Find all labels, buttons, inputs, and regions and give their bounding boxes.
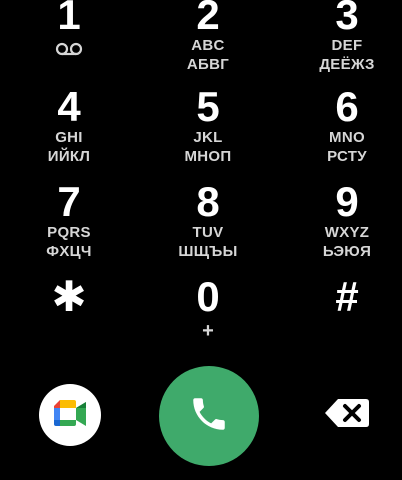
dialer-action-bar xyxy=(0,360,402,480)
key-digit: 8 xyxy=(196,178,220,225)
key-digit: 2 xyxy=(196,0,220,38)
key-letters-latin: DEF xyxy=(331,37,363,54)
phone-icon xyxy=(188,393,230,440)
google-meet-icon xyxy=(52,398,88,433)
dialpad-key-0[interactable]: 0 + xyxy=(153,273,263,342)
call-button[interactable] xyxy=(159,366,259,466)
key-letters-cyrillic: АБВГ xyxy=(186,56,230,73)
key-letters-cyrillic: ШЩЪЫ xyxy=(178,243,238,260)
dialpad-key-hash[interactable]: # xyxy=(292,276,402,318)
key-letters-latin: ABC xyxy=(191,37,225,54)
dialpad-key-7[interactable]: 7 PQRS ФХЦЧ xyxy=(14,181,124,261)
key-digit: 1 xyxy=(57,0,81,38)
dialpad: 1 2 ABC АБВГ 3 DEF ДЕЁЖЗ 4 GHI ИЙКЛ 5 JK… xyxy=(0,0,402,360)
dialpad-key-9[interactable]: 9 WXYZ ЬЭЮЯ xyxy=(292,181,402,261)
key-letters-latin: JKL xyxy=(193,129,223,146)
backspace-icon xyxy=(324,398,370,433)
dialpad-key-8[interactable]: 8 TUV ШЩЪЫ xyxy=(153,181,263,261)
key-letters-cyrillic: ФХЦЧ xyxy=(46,243,92,260)
key-letters-latin: GHI xyxy=(55,129,83,146)
key-digit: 0 xyxy=(196,273,220,320)
video-call-button[interactable] xyxy=(39,384,101,446)
key-letters-cyrillic: РСТУ xyxy=(327,148,367,165)
dialpad-key-star[interactable]: ✱ xyxy=(14,276,124,318)
key-digit: 9 xyxy=(335,178,359,225)
dialpad-key-2[interactable]: 2 ABC АБВГ xyxy=(153,0,263,74)
voicemail-icon xyxy=(14,38,124,60)
key-letters-cyrillic: ЬЭЮЯ xyxy=(322,243,372,260)
key-letters-latin: TUV xyxy=(192,224,224,241)
key-letters-latin: MNO xyxy=(329,129,365,146)
key-digit: 4 xyxy=(57,83,81,130)
dialpad-key-4[interactable]: 4 GHI ИЙКЛ xyxy=(14,86,124,166)
key-plus: + xyxy=(202,320,214,342)
dialpad-key-5[interactable]: 5 JKL МНОП xyxy=(153,86,263,166)
backspace-button[interactable] xyxy=(318,394,376,436)
key-letters-cyrillic: ДЕЁЖЗ xyxy=(319,56,375,73)
key-digit: # xyxy=(335,273,359,320)
key-digit: 6 xyxy=(335,83,359,130)
dialpad-key-1[interactable]: 1 xyxy=(14,0,124,60)
key-digit: 7 xyxy=(57,178,81,225)
key-letters-latin: WXYZ xyxy=(324,224,370,241)
key-letters-cyrillic: ИЙКЛ xyxy=(47,148,91,165)
key-letters-cyrillic: МНОП xyxy=(184,148,232,165)
dialpad-key-6[interactable]: 6 MNO РСТУ xyxy=(292,86,402,166)
key-digit: 3 xyxy=(335,0,359,38)
key-letters-latin: PQRS xyxy=(47,224,91,241)
dialpad-key-3[interactable]: 3 DEF ДЕЁЖЗ xyxy=(292,0,402,74)
key-digit: ✱ xyxy=(51,273,87,320)
key-digit: 5 xyxy=(196,83,220,130)
